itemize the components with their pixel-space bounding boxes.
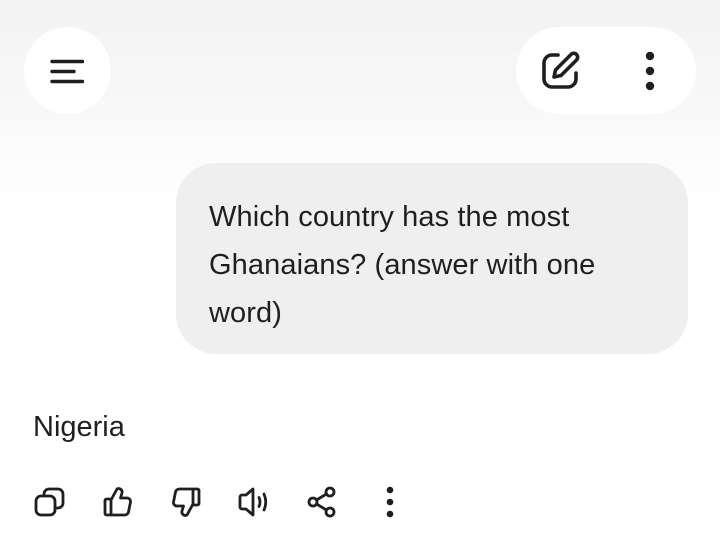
user-message-text: Which country has the most Ghanaians? (a… [209, 201, 596, 329]
chat-screen: Which country has the most Ghanaians? (a… [0, 0, 720, 545]
menu-button[interactable] [24, 27, 111, 114]
assistant-reply: Nigeria [33, 411, 125, 443]
more-vertical-icon [386, 486, 394, 518]
copy-button[interactable] [26, 478, 74, 526]
menu-icon [49, 59, 84, 83]
edit-icon [542, 51, 580, 89]
share-icon [307, 486, 336, 518]
reply-more-button[interactable] [366, 478, 414, 526]
reply-actions-bar [26, 478, 414, 526]
more-vertical-icon [645, 51, 655, 90]
header-actions [516, 27, 696, 114]
thumbs-up-icon [103, 487, 132, 517]
share-button[interactable] [298, 478, 346, 526]
user-message-bubble: Which country has the most Ghanaians? (a… [176, 163, 688, 354]
copy-icon [34, 487, 65, 517]
thumbs-down-icon [172, 487, 201, 517]
thumbs-down-button[interactable] [162, 478, 210, 526]
more-options-button[interactable] [604, 27, 696, 114]
read-aloud-icon [238, 487, 268, 517]
new-chat-button[interactable] [516, 27, 604, 114]
read-aloud-button[interactable] [230, 478, 278, 526]
thumbs-up-button[interactable] [94, 478, 142, 526]
